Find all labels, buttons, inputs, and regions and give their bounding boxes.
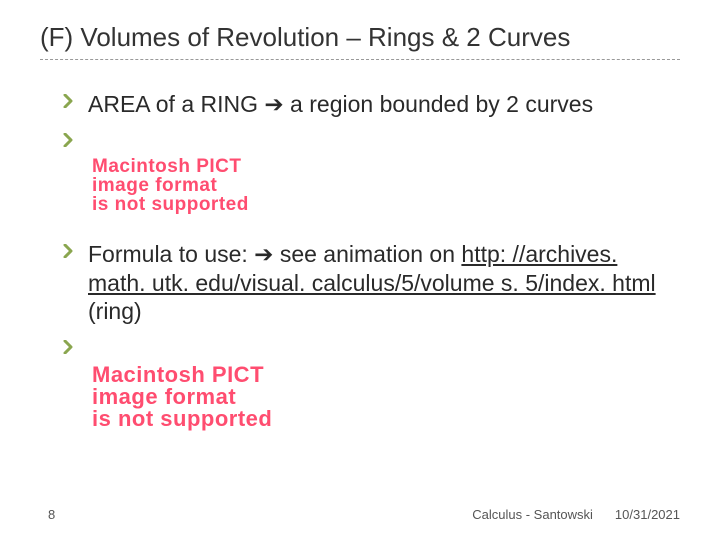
bullet-text: AREA of a RING ➔ a region bounded by 2 c…	[88, 90, 593, 119]
pict-line: Macintosh PICT	[92, 157, 680, 176]
pict-line: image format	[92, 176, 680, 195]
pict-line: image format	[92, 386, 680, 408]
pict-unsupported-placeholder: Macintosh PICT image format is not suppo…	[92, 364, 680, 430]
footer-date: 10/31/2021	[615, 507, 680, 522]
pict-line: is not supported	[92, 195, 680, 214]
pict-unsupported-placeholder: Macintosh PICT image format is not suppo…	[92, 157, 680, 214]
footer: 8 Calculus - Santowski 10/31/2021	[48, 507, 680, 522]
bullet-row: Formula to use: ➔ see animation on http:…	[60, 240, 680, 326]
text-post: (ring)	[88, 298, 142, 324]
chevron-bullet-icon	[60, 133, 80, 147]
pict-line: is not supported	[92, 408, 680, 430]
pict-line: Macintosh PICT	[92, 364, 680, 386]
text-pre: Formula to use: ➔ see animation on	[88, 241, 461, 267]
bullet-row: AREA of a RING ➔ a region bounded by 2 c…	[60, 90, 680, 119]
chevron-bullet-icon	[60, 94, 80, 108]
bullet-row	[60, 129, 680, 147]
page-title: (F) Volumes of Revolution – Rings & 2 Cu…	[40, 22, 680, 53]
chevron-bullet-icon	[60, 340, 80, 354]
page-number: 8	[48, 507, 98, 522]
bullet-text: Formula to use: ➔ see animation on http:…	[88, 240, 680, 326]
chevron-bullet-icon	[60, 244, 80, 258]
slide: (F) Volumes of Revolution – Rings & 2 Cu…	[0, 0, 720, 540]
footer-center: Calculus - Santowski	[472, 507, 593, 522]
title-divider	[40, 59, 680, 60]
bullet-row	[60, 336, 680, 354]
content-area: AREA of a RING ➔ a region bounded by 2 c…	[40, 90, 680, 430]
